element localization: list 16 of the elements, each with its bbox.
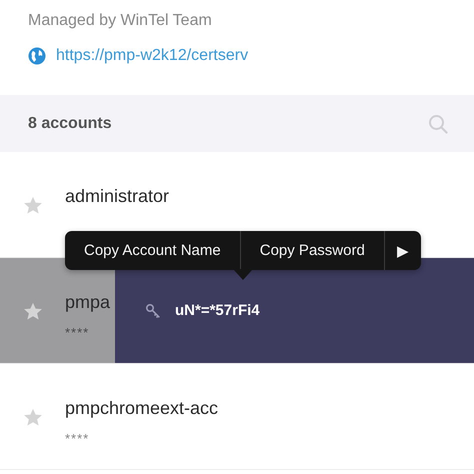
password-text: uN*=*57rFi4 xyxy=(175,302,260,319)
globe-icon xyxy=(28,47,46,65)
star-icon[interactable] xyxy=(22,408,42,427)
star-icon[interactable] xyxy=(22,302,42,321)
star-icon[interactable] xyxy=(22,196,42,215)
search-icon[interactable] xyxy=(428,114,448,134)
key-icon xyxy=(145,302,161,318)
account-count: 8 accounts xyxy=(28,114,112,132)
account-name: pmpchromeext-acc xyxy=(65,398,218,419)
managed-by-text: Managed by WinTel Team xyxy=(28,12,212,30)
more-button[interactable]: ▶ xyxy=(384,231,421,270)
menu-item[interactable]: Copy Account Name xyxy=(65,231,240,270)
account-name: administrator xyxy=(65,186,170,207)
password-mask: **** xyxy=(65,325,90,340)
account-name: pmpa xyxy=(65,292,110,313)
password-mask: **** xyxy=(65,431,90,446)
